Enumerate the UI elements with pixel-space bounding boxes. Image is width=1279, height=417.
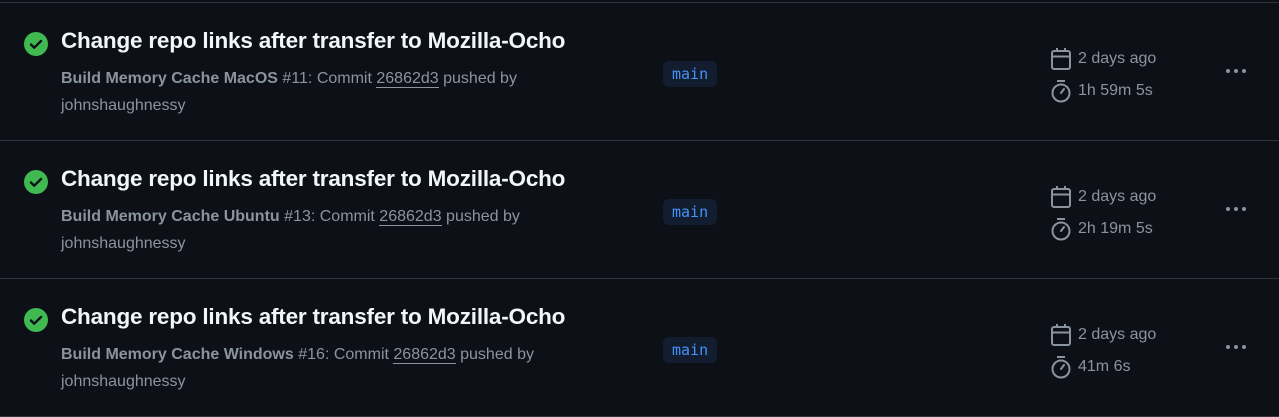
kebab-horizontal-icon <box>1226 69 1230 73</box>
workflow-name: Build Memory Cache MacOS <box>61 70 278 87</box>
dot <box>1234 207 1238 211</box>
success-check-icon <box>24 32 48 56</box>
pushed-by-label: pushed by <box>438 70 517 87</box>
pushed-by-label: pushed by <box>455 346 534 363</box>
dot <box>1234 345 1238 349</box>
dot <box>1242 69 1246 73</box>
success-check-icon <box>24 170 48 194</box>
more-options-button[interactable] <box>1220 59 1252 83</box>
run-duration-text: 41m 6s <box>1078 358 1131 375</box>
run-duration-text: 1h 59m 5s <box>1078 82 1153 99</box>
run-description: Build Memory Cache MacOS #11: Commit 268… <box>61 65 621 119</box>
run-date-text: 2 days ago <box>1078 326 1157 343</box>
run-duration: 2h 19m 5s <box>1050 217 1153 241</box>
workflow-run-row[interactable]: Change repo links after transfer to Mozi… <box>0 279 1279 417</box>
workflow-run-row[interactable]: Change repo links after transfer to Mozi… <box>0 141 1279 279</box>
calendar-icon <box>1051 324 1071 346</box>
dot <box>1234 69 1238 73</box>
kebab-horizontal-icon <box>1226 207 1230 211</box>
run-date: 2 days ago <box>1050 185 1156 209</box>
run-date: 2 days ago <box>1050 323 1156 347</box>
actor-name: johnshaughnessy <box>61 373 186 390</box>
stopwatch-icon <box>1051 218 1071 241</box>
workflow-name: Build Memory Cache Ubuntu <box>61 208 280 225</box>
run-description: Build Memory Cache Windows #16: Commit 2… <box>61 341 621 395</box>
commit-label: : Commit <box>310 208 380 225</box>
commit-sha-link[interactable]: 26862d3 <box>376 70 439 88</box>
run-duration: 1h 59m 5s <box>1050 79 1153 103</box>
kebab-horizontal-icon <box>1226 345 1230 349</box>
run-number: #13 <box>284 208 311 225</box>
more-options-button[interactable] <box>1220 197 1252 221</box>
workflow-run-row[interactable]: Change repo links after transfer to Mozi… <box>0 3 1279 141</box>
run-duration: 41m 6s <box>1050 355 1130 379</box>
stopwatch-icon <box>1051 80 1071 103</box>
success-check-icon <box>24 308 48 332</box>
run-number: #11 <box>282 70 308 87</box>
pushed-by-label: pushed by <box>441 208 520 225</box>
more-options-button[interactable] <box>1220 335 1252 359</box>
run-date: 2 days ago <box>1050 47 1156 71</box>
commit-label: : Commit <box>307 70 377 87</box>
calendar-icon <box>1051 186 1071 208</box>
run-title-link[interactable]: Change repo links after transfer to Mozi… <box>61 166 565 192</box>
branch-badge[interactable]: main <box>663 61 718 87</box>
commit-sha-link[interactable]: 26862d3 <box>379 208 442 226</box>
run-date-text: 2 days ago <box>1078 188 1157 205</box>
commit-label: : Commit <box>324 346 394 363</box>
calendar-icon <box>1051 48 1071 70</box>
actor-name: johnshaughnessy <box>61 235 186 252</box>
run-duration-text: 2h 19m 5s <box>1078 220 1153 237</box>
commit-sha-link[interactable]: 26862d3 <box>393 346 456 364</box>
actor-name: johnshaughnessy <box>61 97 186 114</box>
branch-badge[interactable]: main <box>663 199 718 225</box>
run-title-link[interactable]: Change repo links after transfer to Mozi… <box>61 28 565 54</box>
run-number: #16 <box>298 346 325 363</box>
branch-badge[interactable]: main <box>663 337 718 363</box>
stopwatch-icon <box>1051 356 1071 379</box>
run-date-text: 2 days ago <box>1078 50 1157 67</box>
workflow-name: Build Memory Cache Windows <box>61 346 294 363</box>
dot <box>1242 207 1246 211</box>
run-title-link[interactable]: Change repo links after transfer to Mozi… <box>61 304 565 330</box>
run-description: Build Memory Cache Ubuntu #13: Commit 26… <box>61 203 621 257</box>
dot <box>1242 345 1246 349</box>
